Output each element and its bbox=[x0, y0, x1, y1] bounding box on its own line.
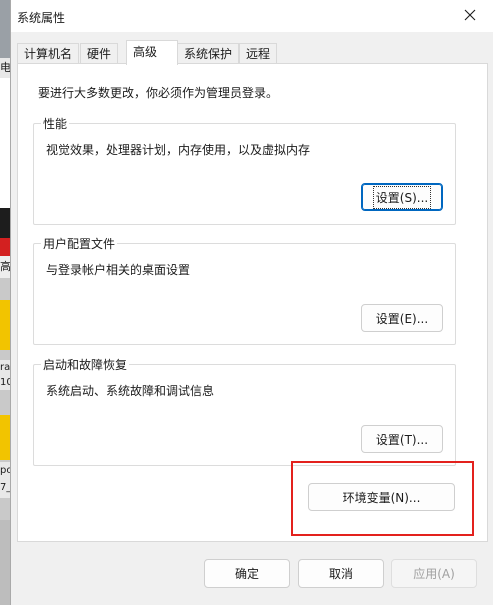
startup-recovery-description: 系统启动、系统故障和调试信息 bbox=[46, 384, 215, 398]
desktop-text: ро7_ bbox=[0, 462, 10, 498]
user-profiles-legend: 用户配置文件 bbox=[41, 235, 118, 252]
startup-recovery-legend: 启动和故障恢复 bbox=[41, 356, 130, 373]
environment-variables-button[interactable]: 环境变量(N)... bbox=[308, 483, 455, 511]
desktop-background: 电 高 ra10 ро7_ bbox=[0, 0, 10, 605]
desktop-tile bbox=[0, 208, 10, 238]
desktop-tile bbox=[0, 300, 10, 350]
desktop-text: 高 bbox=[0, 256, 10, 278]
user-profiles-settings-button[interactable]: 设置(E)... bbox=[361, 304, 443, 332]
desktop-tile bbox=[0, 238, 10, 256]
performance-description: 视觉效果，处理器计划，内存使用，以及虚拟内存 bbox=[46, 143, 311, 157]
cancel-button[interactable]: 取消 bbox=[298, 559, 384, 588]
user-profiles-description: 与登录帐户相关的桌面设置 bbox=[46, 263, 191, 277]
tab-advanced[interactable]: 高级 bbox=[126, 40, 178, 65]
advanced-tab-panel: 要进行大多数更改，你必须作为管理员登录。 性能 视觉效果，处理器计划，内存使用，… bbox=[17, 63, 488, 542]
desktop-tile bbox=[0, 0, 10, 58]
tab-hardware[interactable]: 硬件 bbox=[80, 43, 119, 64]
desktop-tile bbox=[0, 520, 10, 605]
tab-system-protection[interactable]: 系统保护 bbox=[177, 43, 240, 64]
system-properties-dialog: 系统属性 计算机名 硬件 高级 系统保护 远程 要进行大多数更改，你必须作为管理… bbox=[10, 0, 493, 605]
close-button[interactable] bbox=[447, 0, 493, 30]
performance-settings-button[interactable]: 设置(S)... bbox=[361, 183, 443, 211]
close-icon bbox=[464, 9, 476, 21]
startup-recovery-group: 启动和故障恢复 系统启动、系统故障和调试信息 设置(T)... bbox=[33, 356, 456, 466]
admin-notice: 要进行大多数更改，你必须作为管理员登录。 bbox=[38, 86, 279, 100]
ok-button[interactable]: 确定 bbox=[204, 559, 290, 588]
apply-button[interactable]: 应用(A) bbox=[391, 559, 477, 588]
window-title: 系统属性 bbox=[17, 11, 66, 25]
desktop-tile bbox=[0, 78, 10, 208]
title-bar: 系统属性 bbox=[11, 0, 493, 32]
startup-recovery-settings-button[interactable]: 设置(T)... bbox=[361, 425, 443, 453]
tab-remote[interactable]: 远程 bbox=[239, 43, 278, 64]
tab-computer-name[interactable]: 计算机名 bbox=[17, 43, 80, 64]
performance-group: 性能 视觉效果，处理器计划，内存使用，以及虚拟内存 设置(S)... bbox=[33, 115, 456, 225]
desktop-text: ra 10 bbox=[0, 360, 10, 390]
tab-strip: 计算机名 硬件 高级 系统保护 远程 bbox=[17, 40, 487, 65]
performance-legend: 性能 bbox=[41, 115, 70, 132]
desktop-tile bbox=[0, 415, 10, 460]
user-profiles-group: 用户配置文件 与登录帐户相关的桌面设置 设置(E)... bbox=[33, 235, 456, 345]
desktop-text: 电 bbox=[0, 58, 10, 78]
